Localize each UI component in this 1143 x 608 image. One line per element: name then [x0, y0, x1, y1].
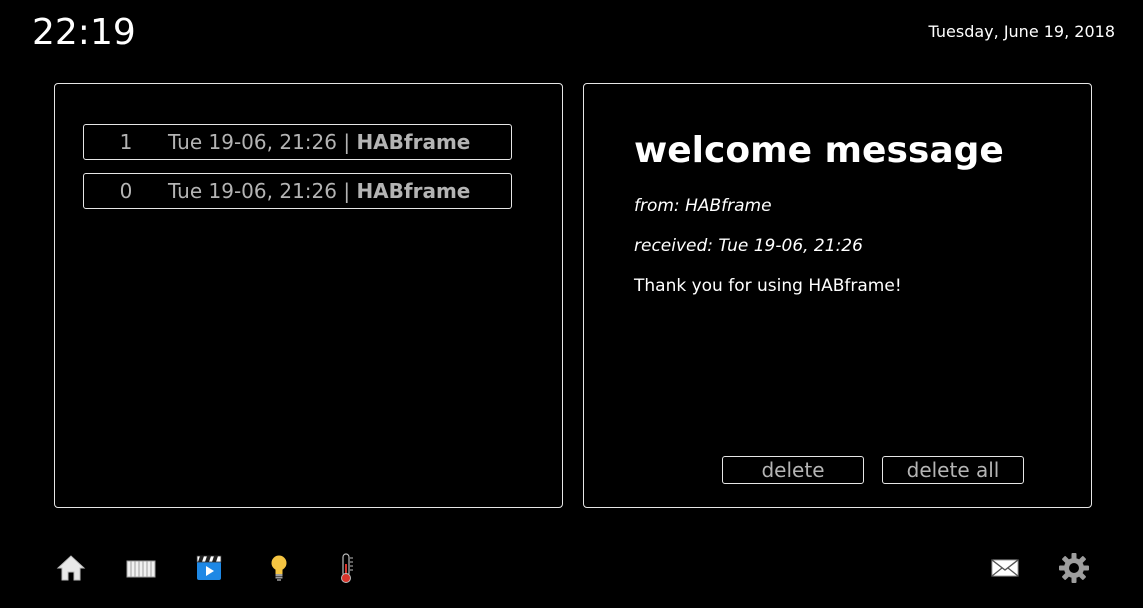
message-index: 1	[119, 130, 133, 154]
message-list-item[interactable]: 0 Tue 19-06, 21:26 | HABframe	[83, 173, 512, 209]
clock: 22:19	[32, 12, 136, 53]
message-date: Tue 19-06, 21:26	[168, 179, 337, 203]
delete-all-button[interactable]: delete all	[882, 456, 1024, 484]
light-bulb-icon[interactable]	[263, 552, 295, 584]
message-date: Tue 19-06, 21:26	[168, 130, 337, 154]
home-icon[interactable]	[55, 552, 87, 584]
message-separator: |	[336, 179, 357, 203]
message-detail-panel: welcome message from: HABframe received:…	[583, 83, 1092, 508]
message-detail: welcome message from: HABframe received:…	[634, 129, 1054, 297]
thermometer-icon[interactable]	[330, 552, 362, 584]
radiator-icon[interactable]	[125, 552, 157, 584]
settings-icon[interactable]	[1058, 552, 1090, 584]
message-separator: |	[336, 130, 357, 154]
message-list-item[interactable]: 1 Tue 19-06, 21:26 | HABframe	[83, 124, 512, 160]
mail-icon[interactable]	[989, 552, 1021, 584]
message-from: from: HABframe	[634, 196, 772, 216]
message-received: received: Tue 19-06, 21:26	[634, 236, 863, 256]
app-root: 22:19 Tuesday, June 19, 2018 1 Tue 19-06…	[0, 0, 1143, 608]
message-index: 0	[119, 179, 133, 203]
message-title: welcome message	[634, 130, 1004, 171]
media-icon[interactable]	[193, 552, 225, 584]
message-sender: HABframe	[356, 130, 471, 154]
message-sender: HABframe	[356, 179, 471, 203]
delete-button[interactable]: delete	[722, 456, 864, 484]
message-list: 1 Tue 19-06, 21:26 | HABframe 0 Tue 19-0…	[83, 124, 512, 222]
message-list-panel: 1 Tue 19-06, 21:26 | HABframe 0 Tue 19-0…	[54, 83, 563, 508]
date-display: Tuesday, June 19, 2018	[928, 22, 1115, 41]
message-body: Thank you for using HABframe!	[634, 276, 902, 296]
